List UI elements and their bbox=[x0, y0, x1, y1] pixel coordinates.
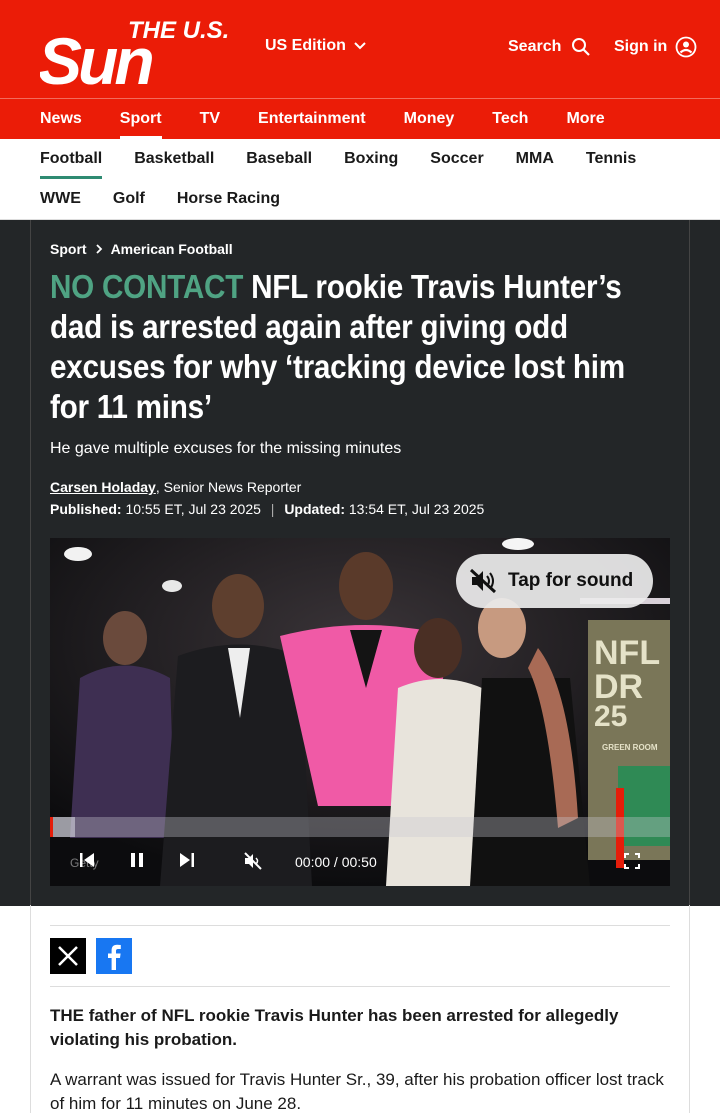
subnav-golf[interactable]: Golf bbox=[113, 179, 145, 219]
subnav-mma[interactable]: MMA bbox=[516, 139, 554, 179]
x-icon bbox=[56, 944, 80, 968]
publish-dates: Published: 10:55 ET, Jul 23 2025 | Updat… bbox=[50, 501, 484, 517]
masthead: THE U.S. Sun US Edition Search Sign in bbox=[0, 0, 720, 98]
nav-money[interactable]: Money bbox=[404, 99, 455, 140]
nav-tv[interactable]: TV bbox=[200, 99, 220, 140]
mute-toggle-icon[interactable] bbox=[243, 851, 263, 871]
nav-entertainment[interactable]: Entertainment bbox=[258, 99, 366, 140]
subnav-wwe[interactable]: WWE bbox=[40, 179, 81, 219]
breadcrumb-american-football[interactable]: American Football bbox=[111, 241, 233, 257]
breadcrumb: Sport American Football bbox=[50, 241, 233, 257]
breadcrumb-sport[interactable]: Sport bbox=[50, 241, 87, 257]
article-paragraph: A warrant was issued for Travis Hunter S… bbox=[50, 1068, 670, 1116]
byline: Carsen Holaday, Senior News Reporter bbox=[50, 479, 301, 495]
date-separator: | bbox=[271, 501, 275, 517]
nav-news[interactable]: News bbox=[40, 99, 82, 140]
nav-more[interactable]: More bbox=[566, 99, 604, 140]
headline-kicker: NO CONTACT bbox=[50, 268, 243, 305]
fullscreen-icon[interactable] bbox=[624, 853, 640, 869]
speaker-muted-icon bbox=[468, 566, 498, 596]
subnav-tennis[interactable]: Tennis bbox=[586, 139, 636, 179]
sport-sub-nav: Football Basketball Baseball Boxing Socc… bbox=[0, 139, 720, 220]
article-hero: Sport American Football NO CONTACT NFL r… bbox=[0, 220, 720, 906]
video-controls: Getty 00:00 / 00:50 bbox=[50, 837, 670, 886]
tap-for-sound-label: Tap for sound bbox=[508, 570, 633, 592]
search-label: Search bbox=[508, 38, 561, 56]
subnav-horse-racing[interactable]: Horse Racing bbox=[177, 179, 280, 219]
edition-selector[interactable]: US Edition bbox=[265, 37, 366, 55]
the-sun-logo[interactable]: THE U.S. Sun bbox=[40, 14, 250, 86]
share-facebook-button[interactable] bbox=[96, 938, 132, 974]
video-player[interactable]: NFL DR 25 GREEN ROOM bbox=[50, 538, 670, 886]
content-border-right bbox=[689, 905, 690, 1113]
search-icon bbox=[571, 37, 591, 57]
subnav-boxing[interactable]: Boxing bbox=[344, 139, 398, 179]
standfirst: He gave multiple excuses for the missing… bbox=[50, 440, 401, 458]
subnav-soccer[interactable]: Soccer bbox=[430, 139, 483, 179]
logo-main-text: Sun bbox=[40, 24, 152, 86]
sign-in-button[interactable]: Sign in bbox=[614, 36, 697, 58]
backdrop-green-room: GREEN ROOM bbox=[602, 743, 658, 752]
published-label: Published: bbox=[50, 501, 122, 517]
article-headline: NO CONTACT NFL rookie Travis Hunter’s da… bbox=[50, 267, 671, 427]
divider-top bbox=[50, 925, 670, 926]
article-lede: THE father of NFL rookie Travis Hunter h… bbox=[50, 1004, 670, 1052]
backdrop-25: 25 bbox=[594, 700, 627, 733]
tap-for-sound-button[interactable]: Tap for sound bbox=[456, 554, 653, 608]
nav-tech[interactable]: Tech bbox=[492, 99, 528, 140]
subnav-basketball[interactable]: Basketball bbox=[134, 139, 214, 179]
search-button[interactable]: Search bbox=[508, 37, 591, 57]
nav-sport[interactable]: Sport bbox=[120, 99, 162, 140]
next-icon[interactable] bbox=[178, 851, 196, 869]
pause-icon[interactable] bbox=[128, 851, 146, 869]
facebook-icon bbox=[102, 942, 126, 970]
video-progress-bar[interactable] bbox=[50, 817, 670, 837]
video-timecode: 00:00 / 00:50 bbox=[295, 854, 377, 870]
updated-time: 13:54 ET, Jul 23 2025 bbox=[349, 501, 484, 517]
chevron-right-icon bbox=[95, 244, 103, 254]
edition-label: US Edition bbox=[265, 37, 346, 55]
previous-icon[interactable] bbox=[78, 851, 96, 869]
video-progress-marker bbox=[50, 817, 53, 837]
share-x-button[interactable] bbox=[50, 938, 86, 974]
author-role: , Senior News Reporter bbox=[156, 479, 302, 495]
video-progress-fill bbox=[50, 817, 75, 837]
published-time: 10:55 ET, Jul 23 2025 bbox=[125, 501, 260, 517]
updated-label: Updated: bbox=[284, 501, 345, 517]
user-icon bbox=[675, 36, 697, 58]
divider-bottom bbox=[50, 986, 670, 987]
content-border-left bbox=[30, 905, 31, 1113]
subnav-football[interactable]: Football bbox=[40, 139, 102, 179]
backdrop-nfl: NFL bbox=[594, 634, 660, 672]
author-link[interactable]: Carsen Holaday bbox=[50, 479, 156, 495]
main-nav: News Sport TV Entertainment Money Tech M… bbox=[0, 98, 720, 139]
sign-in-label: Sign in bbox=[614, 38, 667, 56]
share-bar bbox=[50, 938, 132, 974]
subnav-baseball[interactable]: Baseball bbox=[246, 139, 312, 179]
chevron-down-icon bbox=[354, 42, 366, 50]
